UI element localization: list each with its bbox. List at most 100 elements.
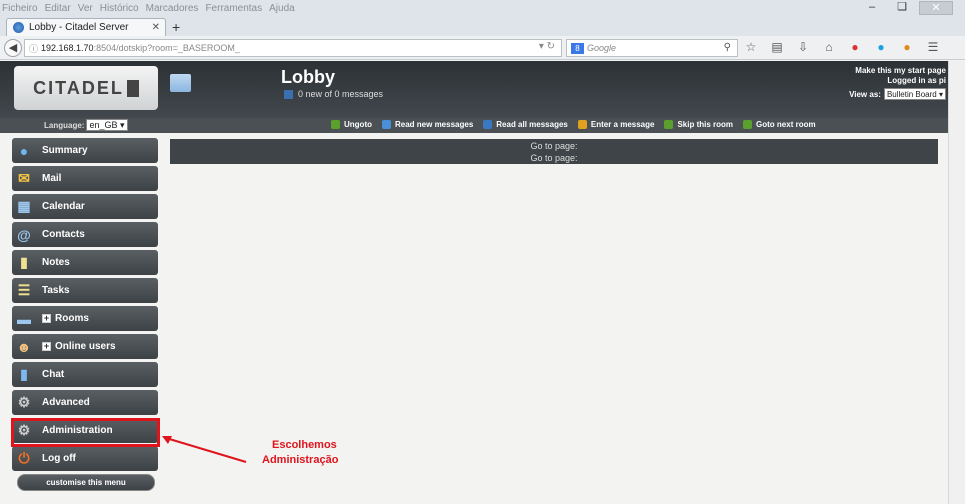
customise-menu-button[interactable]: customise this menu bbox=[17, 474, 155, 491]
sidebar-item-mail[interactable]: ✉ Mail bbox=[12, 166, 158, 191]
reload-icon[interactable]: ▾ ↻ bbox=[539, 41, 555, 52]
menu-ficheiro[interactable]: Ficheiro bbox=[2, 3, 38, 14]
annotation-text: Escolhemos Administração bbox=[262, 438, 338, 468]
sidebar-item-summary[interactable]: ● Summary bbox=[12, 138, 158, 163]
sidebar-item-logoff[interactable]: ⏻ Log off bbox=[12, 446, 158, 471]
menu-ferramentas[interactable]: Ferramentas bbox=[205, 3, 262, 14]
folder-icon: ▬ bbox=[17, 310, 31, 327]
close-window-icon[interactable]: ✕ bbox=[919, 1, 953, 15]
google-icon: 8 bbox=[571, 42, 584, 54]
tab-bar: Lobby - Citadel Server ✕ + bbox=[0, 16, 965, 36]
menu-hamburger-icon[interactable]: ☰ bbox=[926, 40, 940, 54]
refresh-icon bbox=[382, 120, 391, 129]
citadel-favicon-icon bbox=[13, 22, 24, 33]
tower-icon bbox=[126, 79, 139, 97]
url-host: 192.168.1.70 bbox=[41, 43, 94, 53]
ungoto-icon bbox=[331, 120, 340, 129]
power-icon: ⏻ bbox=[18, 450, 30, 466]
menu-ver[interactable]: Ver bbox=[78, 3, 93, 14]
goto-page-bottom: Go to page: bbox=[530, 153, 578, 163]
menu-historico[interactable]: Histórico bbox=[100, 3, 139, 14]
room-toolbar: Language: en_GB ▾ Ungoto Read new messag… bbox=[0, 118, 948, 133]
sidebar-item-tasks[interactable]: ☰ Tasks bbox=[12, 278, 158, 303]
browser-toolbar-icons: ☆ ▤ ⇩ ⌂ ● ● ● ☰ bbox=[744, 40, 940, 54]
room-actions: Ungoto Read new messages Read all messag… bbox=[331, 120, 816, 129]
ungoto-button[interactable]: Ungoto bbox=[331, 120, 372, 129]
home-icon[interactable]: ⌂ bbox=[822, 40, 836, 54]
menu-editar[interactable]: Editar bbox=[45, 3, 71, 14]
pencil-icon bbox=[577, 120, 587, 129]
menu-marcadores[interactable]: Marcadores bbox=[146, 3, 199, 14]
skype-icon[interactable]: ● bbox=[874, 40, 888, 54]
goto-page-top: Go to page: bbox=[530, 141, 578, 151]
menu-ajuda[interactable]: Ajuda bbox=[269, 3, 295, 14]
sidebar-item-notes[interactable]: ▮ Notes bbox=[12, 250, 158, 275]
globe-icon: ● bbox=[19, 142, 29, 159]
search-icon[interactable]: ⚲ bbox=[724, 42, 731, 53]
minimize-icon[interactable]: – bbox=[859, 1, 885, 15]
page-scrollbar[interactable] bbox=[948, 61, 965, 504]
room-folder-icon bbox=[170, 74, 191, 92]
url-bar[interactable]: ⓘ 192.168.1.70:8504/dotskip?room=_BASERO… bbox=[24, 39, 562, 57]
tab-close-icon[interactable]: ✕ bbox=[152, 22, 160, 33]
browser-menubar: Ficheiro Editar Ver Histórico Marcadores… bbox=[0, 0, 965, 16]
search-placeholder: Google bbox=[587, 43, 617, 53]
new-tab-button[interactable]: + bbox=[172, 19, 180, 35]
enter-message-button[interactable]: Enter a message bbox=[577, 120, 654, 129]
pagination-bar: Go to page: Go to page: bbox=[170, 139, 938, 164]
calendar-icon: ▦ bbox=[17, 198, 31, 214]
url-path: :8504/dotskip?room=_BASEROOM_ bbox=[93, 43, 240, 53]
extension-icon[interactable]: ● bbox=[900, 40, 914, 54]
language-select[interactable]: en_GB ▾ bbox=[86, 119, 128, 131]
back-button[interactable]: ◀ bbox=[4, 39, 22, 57]
room-title: Lobby bbox=[281, 67, 335, 87]
sidebar: ● Summary ✉ Mail ▦ Calendar @ Contacts ▮ Note… bbox=[0, 133, 164, 504]
annotation-highlight-box bbox=[11, 418, 160, 447]
language-selector: Language: en_GB ▾ bbox=[44, 119, 128, 131]
annotation-line1: Escolhemos bbox=[272, 439, 337, 451]
sidebar-item-calendar[interactable]: ▦ Calendar bbox=[12, 194, 158, 219]
download-icon[interactable]: ⇩ bbox=[796, 40, 810, 54]
info-icon: ⓘ bbox=[29, 43, 39, 54]
addon-icon[interactable]: ● bbox=[848, 40, 862, 54]
read-new-button[interactable]: Read new messages bbox=[382, 120, 473, 129]
user-icon: ☻ bbox=[16, 338, 32, 355]
logged-in-text: Logged in as pi bbox=[887, 76, 946, 85]
start-page-link[interactable]: Make this my start page bbox=[855, 66, 946, 76]
skip-room-button[interactable]: Skip this room bbox=[664, 120, 733, 129]
message-count: 0 new of 0 messages bbox=[298, 89, 384, 99]
sidebar-item-advanced[interactable]: ⚙ Advanced bbox=[12, 390, 158, 415]
view-as-label: View as: bbox=[849, 89, 881, 99]
sidebar-item-contacts[interactable]: @ Contacts bbox=[12, 222, 158, 247]
notes-icon: ▮ bbox=[20, 254, 28, 270]
contacts-icon: @ bbox=[17, 226, 31, 243]
citadel-logo[interactable]: CITADEL bbox=[14, 66, 158, 110]
citadel-header: CITADEL Lobby 0 new of 0 messages Make t… bbox=[0, 61, 948, 118]
gear-icon: ⚙ bbox=[17, 394, 31, 410]
sidebar-item-online-users[interactable]: ☻ + Online users bbox=[12, 334, 158, 359]
bookmark-star-icon[interactable]: ☆ bbox=[744, 40, 758, 54]
goto-next-button[interactable]: Goto next room bbox=[743, 120, 816, 129]
expand-icon[interactable]: + bbox=[42, 342, 51, 351]
mail-icon: ✉ bbox=[18, 170, 30, 186]
search-bar[interactable]: 8 Google ⚲ bbox=[566, 39, 738, 57]
reading-list-icon[interactable]: ▤ bbox=[770, 40, 784, 54]
header-right: Make this my start page Logged in as pi bbox=[855, 66, 946, 86]
rss-icon[interactable] bbox=[284, 89, 293, 99]
view-as: View as: Bulletin Board ▾ bbox=[849, 88, 946, 100]
window-controls: – ❏ ✕ bbox=[859, 1, 953, 15]
expand-icon[interactable]: + bbox=[42, 314, 51, 323]
read-all-button[interactable]: Read all messages bbox=[483, 120, 568, 129]
annotation-arrow-icon bbox=[162, 436, 247, 463]
logo-text: CITADEL bbox=[33, 77, 124, 98]
restore-icon[interactable]: ❏ bbox=[889, 1, 915, 15]
sidebar-item-rooms[interactable]: ▬ + Rooms bbox=[12, 306, 158, 331]
view-as-select[interactable]: Bulletin Board ▾ bbox=[883, 88, 946, 100]
sidebar-item-chat[interactable]: ▮ Chat bbox=[12, 362, 158, 387]
tasks-icon: ☰ bbox=[17, 282, 31, 298]
browser-navbar: ◀ ⓘ 192.168.1.70:8504/dotskip?room=_BASE… bbox=[0, 36, 965, 60]
goto-icon bbox=[743, 120, 753, 129]
browser-tab[interactable]: Lobby - Citadel Server ✕ bbox=[6, 18, 166, 36]
chat-icon: ▮ bbox=[20, 366, 28, 382]
skip-icon bbox=[664, 120, 674, 129]
